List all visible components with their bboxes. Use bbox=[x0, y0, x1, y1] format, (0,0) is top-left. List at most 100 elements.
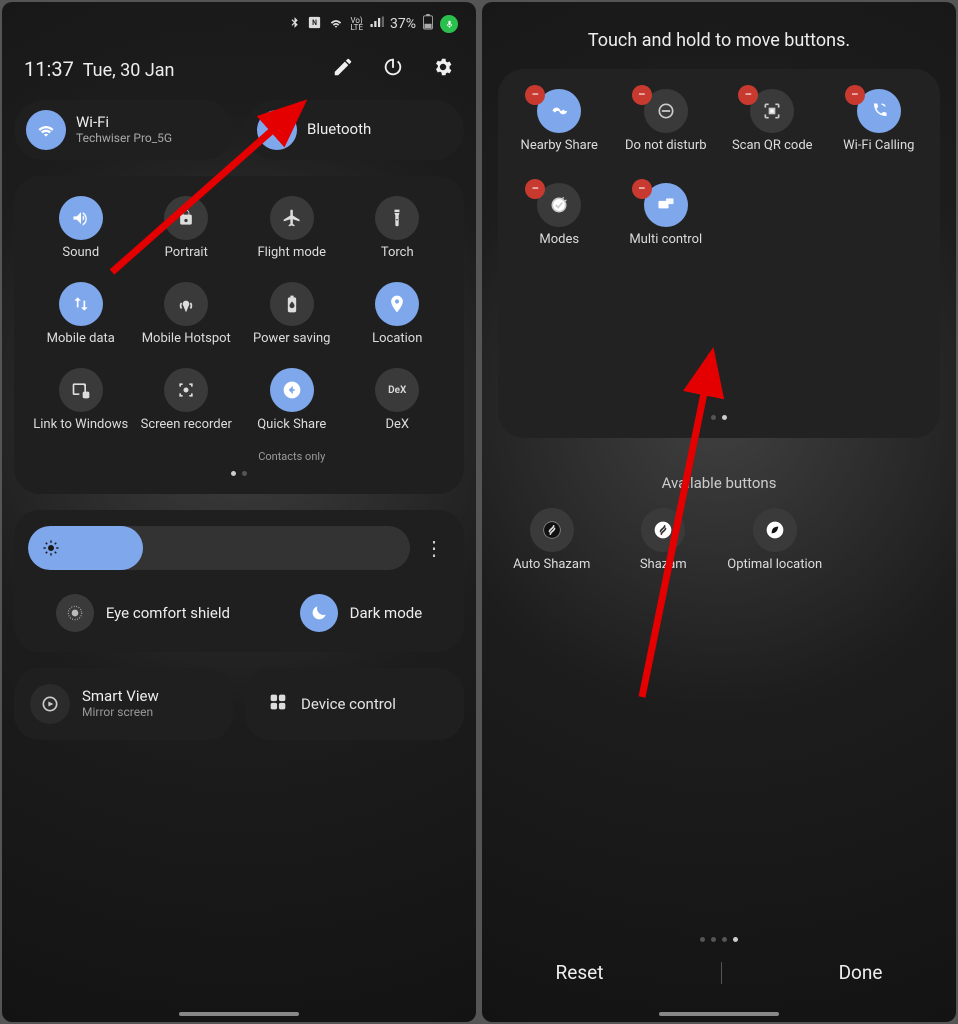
wifi-icon bbox=[26, 110, 66, 150]
sound-icon bbox=[59, 196, 103, 240]
gesture-bar[interactable] bbox=[659, 1012, 779, 1016]
power-icon[interactable] bbox=[382, 56, 404, 82]
tile-label: Sound bbox=[62, 246, 99, 276]
bluetooth-title: Bluetooth bbox=[307, 121, 371, 138]
remove-badge-icon[interactable]: − bbox=[738, 85, 758, 105]
device-control-icon bbox=[267, 691, 289, 717]
smart-view-title: Smart View bbox=[82, 688, 159, 705]
page-indicator bbox=[24, 469, 454, 484]
tile-link-to-windows[interactable]: Link to Windows bbox=[30, 368, 132, 463]
avail-tile-shazam[interactable]: Shazam bbox=[610, 508, 718, 588]
screen-recorder-icon bbox=[164, 368, 208, 412]
edit-title: Touch and hold to move buttons. bbox=[482, 2, 956, 61]
edit-tile-label: Wi-Fi Calling bbox=[843, 139, 914, 169]
tile-label: Mobile Hotspot bbox=[142, 332, 231, 362]
available-grid: Auto Shazam Shazam Optimal location bbox=[482, 508, 956, 588]
tile-label: Location bbox=[372, 332, 422, 362]
time-text: 11:37 bbox=[24, 57, 74, 81]
date-text: Tue, 30 Jan bbox=[83, 60, 175, 81]
avail-tile-optimal-location[interactable]: Optimal location bbox=[721, 508, 829, 588]
tile-label: Torch bbox=[381, 246, 414, 276]
remove-badge-icon[interactable]: − bbox=[632, 179, 652, 199]
tile-sound[interactable]: Sound bbox=[30, 196, 132, 276]
brightness-slider[interactable] bbox=[28, 526, 410, 570]
wifi-sub: Techwiser Pro_5G bbox=[76, 132, 172, 146]
tile-mobile-data[interactable]: Mobile data bbox=[30, 282, 132, 362]
tile-screen-recorder[interactable]: Screen recorder bbox=[136, 368, 238, 463]
tile-location[interactable]: Location bbox=[347, 282, 449, 362]
date-time: 11:37 Tue, 30 Jan bbox=[24, 57, 175, 81]
quick-settings-header: 11:37 Tue, 30 Jan bbox=[2, 38, 476, 92]
edit-tile-label: Modes bbox=[539, 233, 579, 263]
status-bar: N Vo)LTE 37% bbox=[2, 2, 476, 38]
edit-tile-dnd[interactable]: − Do not disturb bbox=[615, 89, 718, 169]
leaf-battery-icon bbox=[270, 282, 314, 326]
wifi-status-icon bbox=[328, 16, 344, 33]
dark-mode-toggle[interactable]: Dark mode bbox=[300, 594, 423, 632]
dex-icon: DeX bbox=[375, 368, 419, 412]
sun-icon bbox=[42, 539, 60, 557]
battery-icon bbox=[422, 14, 434, 34]
tile-label: Flight mode bbox=[258, 246, 327, 276]
tile-label: Link to Windows bbox=[33, 418, 128, 448]
tile-label: DeX bbox=[385, 418, 409, 448]
tile-quick-share[interactable]: Quick Share Contacts only bbox=[241, 368, 343, 463]
signal-status-icon bbox=[369, 16, 384, 33]
avail-tile-auto-shazam[interactable]: Auto Shazam bbox=[498, 508, 606, 588]
eye-comfort-icon bbox=[56, 594, 94, 632]
reset-button[interactable]: Reset bbox=[526, 951, 634, 994]
remove-badge-icon[interactable]: − bbox=[845, 85, 865, 105]
tile-portrait[interactable]: Portrait bbox=[136, 196, 238, 276]
eye-comfort-label: Eye comfort shield bbox=[106, 604, 230, 622]
edit-tile-scan-qr[interactable]: − Scan QR code bbox=[721, 89, 824, 169]
avail-tile-label: Optimal location bbox=[727, 558, 822, 588]
remove-badge-icon[interactable]: − bbox=[525, 179, 545, 199]
available-title: Available buttons bbox=[482, 474, 956, 492]
eye-comfort-toggle[interactable]: Eye comfort shield bbox=[56, 594, 230, 632]
edit-tile-wifi-calling[interactable]: − Wi-Fi Calling bbox=[828, 89, 931, 169]
mic-indicator-icon bbox=[440, 15, 458, 33]
smart-view-sub: Mirror screen bbox=[82, 706, 159, 720]
tile-dex[interactable]: DeX DeX bbox=[347, 368, 449, 463]
edit-tile-modes[interactable]: − Modes bbox=[508, 183, 611, 263]
link-windows-icon bbox=[59, 368, 103, 412]
tile-power-saving[interactable]: Power saving bbox=[241, 282, 343, 362]
bottom-page-indicator bbox=[482, 937, 956, 942]
edit-icon[interactable] bbox=[332, 56, 354, 82]
tile-sublabel: Contacts only bbox=[258, 450, 325, 463]
done-button[interactable]: Done bbox=[809, 951, 913, 994]
data-arrows-icon bbox=[59, 282, 103, 326]
bluetooth-toggle[interactable]: Bluetooth bbox=[245, 100, 464, 160]
bluetooth-icon bbox=[257, 110, 297, 150]
avail-tile-label: Auto Shazam bbox=[513, 558, 590, 588]
remove-badge-icon[interactable]: − bbox=[632, 85, 652, 105]
settings-gear-icon[interactable] bbox=[432, 56, 454, 82]
tile-label: Quick Share bbox=[257, 418, 326, 448]
edit-tile-label: Scan QR code bbox=[732, 139, 813, 169]
airplane-icon bbox=[270, 196, 314, 240]
wifi-toggle[interactable]: Wi-Fi Techwiser Pro_5G bbox=[14, 100, 233, 160]
right-phone-screenshot: Touch and hold to move buttons. − Nearby… bbox=[482, 2, 956, 1022]
edit-tile-label: Multi control bbox=[629, 233, 702, 263]
moon-icon bbox=[300, 594, 338, 632]
gesture-bar[interactable] bbox=[179, 1012, 299, 1016]
tile-mobile-hotspot[interactable]: Mobile Hotspot bbox=[136, 282, 238, 362]
bluetooth-status-icon bbox=[288, 16, 301, 33]
remove-badge-icon[interactable]: − bbox=[525, 85, 545, 105]
brightness-panel: ⋮ Eye comfort shield Dark mode bbox=[14, 510, 464, 652]
edit-tile-nearby-share[interactable]: − Nearby Share bbox=[508, 89, 611, 169]
tile-label: Screen recorder bbox=[141, 418, 232, 448]
tile-torch[interactable]: Torch bbox=[347, 196, 449, 276]
svg-text:N: N bbox=[313, 19, 318, 27]
surfshark-icon bbox=[753, 508, 797, 552]
device-control-card[interactable]: Device control bbox=[245, 668, 464, 740]
location-pin-icon bbox=[375, 282, 419, 326]
edit-page-indicator bbox=[508, 413, 930, 428]
hotspot-icon bbox=[164, 282, 208, 326]
device-control-label: Device control bbox=[301, 695, 396, 713]
edit-tile-multi-control[interactable]: − Multi control bbox=[615, 183, 718, 263]
flashlight-icon bbox=[375, 196, 419, 240]
nfc-status-icon: N bbox=[307, 15, 322, 34]
tile-flight-mode[interactable]: Flight mode bbox=[241, 196, 343, 276]
smart-view-card[interactable]: Smart View Mirror screen bbox=[14, 668, 233, 740]
